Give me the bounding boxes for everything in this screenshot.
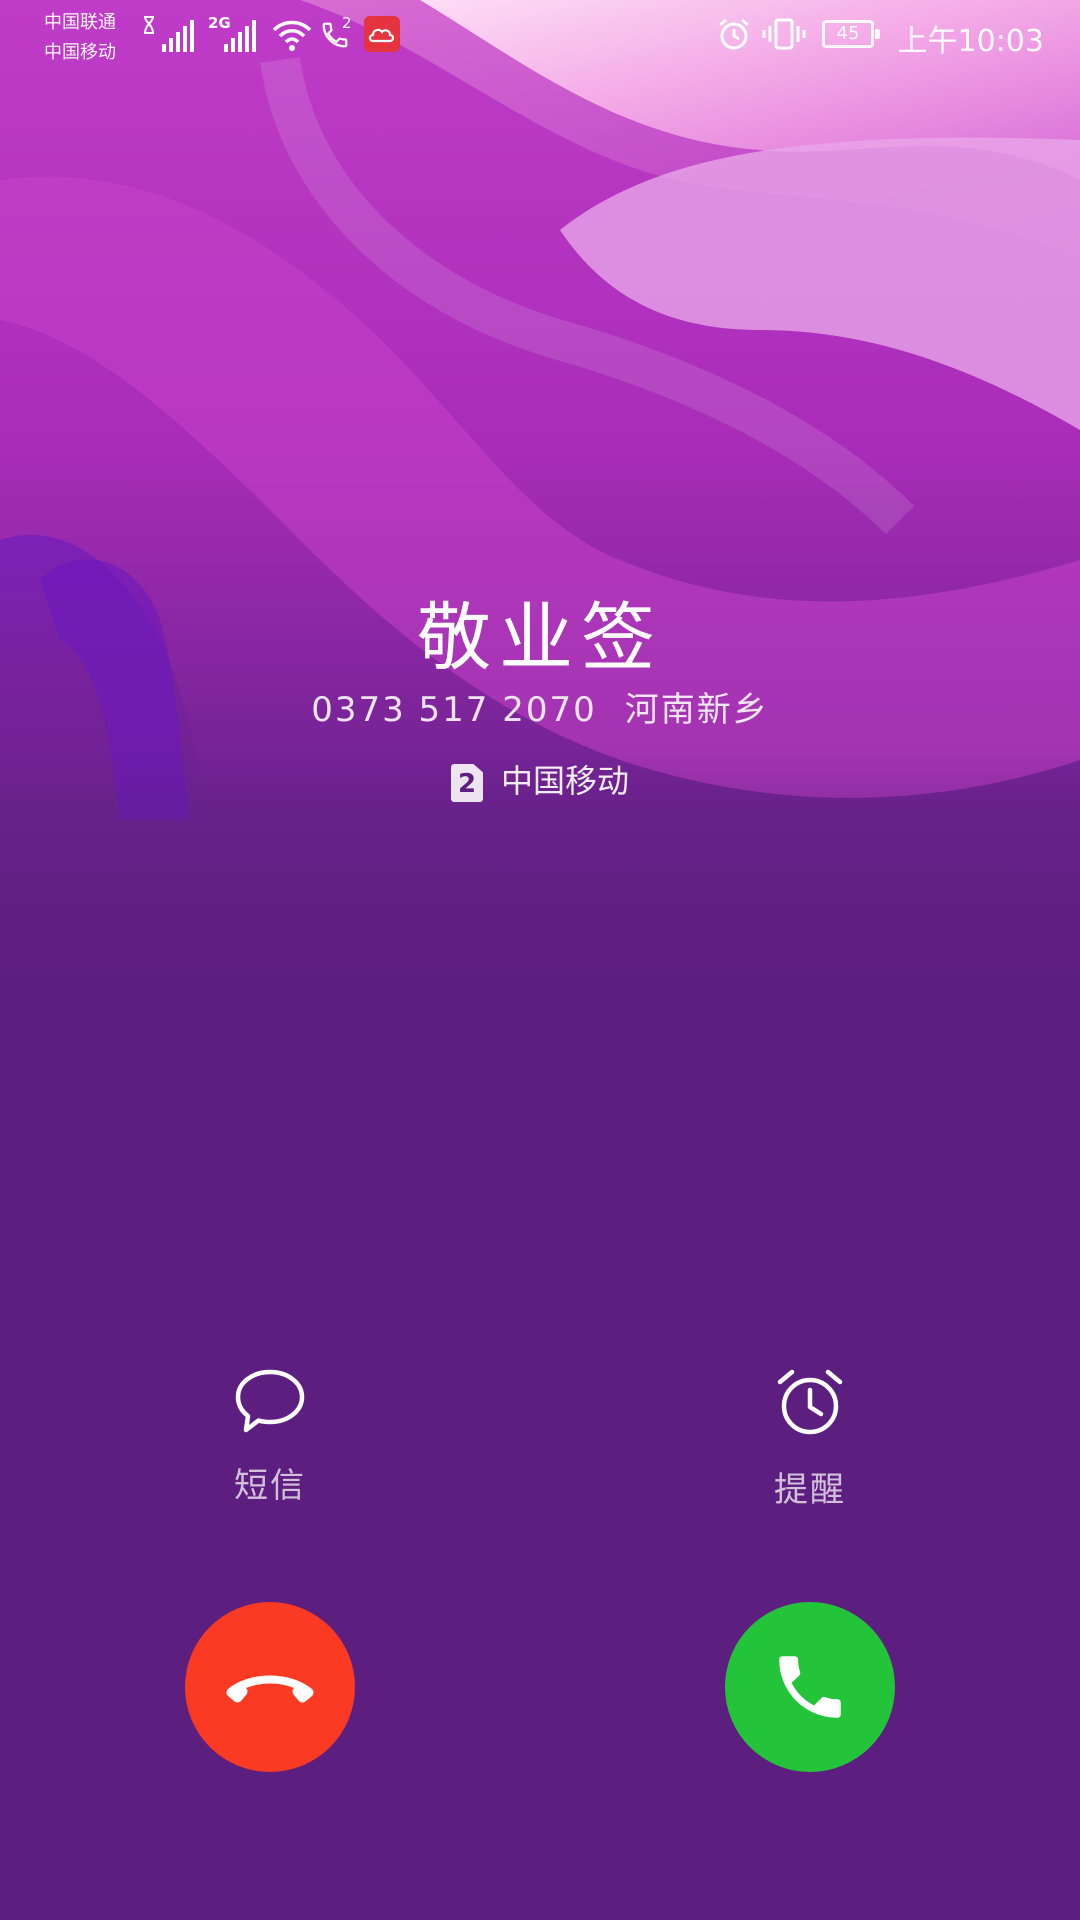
- alarm-clock-icon: [777, 1369, 843, 1435]
- battery-icon: 45: [822, 20, 880, 48]
- carrier-names: 中国联通 中国移动: [44, 8, 116, 68]
- caller-number-row: 0373 517 2070 河南新乡: [0, 682, 1080, 731]
- remind-me-button[interactable]: 提醒: [710, 1368, 910, 1511]
- carrier-2: 中国移动: [44, 42, 116, 63]
- carrier-1: 中国联通: [44, 12, 116, 33]
- wifi-icon: [272, 20, 312, 51]
- hang-up-icon: [226, 1675, 314, 1703]
- cloud-icon: [368, 28, 395, 43]
- status-time: 上午10:03: [897, 24, 1044, 59]
- decline-call-button[interactable]: [185, 1602, 355, 1772]
- answer-call-button[interactable]: [725, 1602, 895, 1772]
- chat-bubble-icon: [235, 1369, 305, 1433]
- hourglass-icon: [144, 16, 154, 34]
- status-bar: 中国联通 中国移动 2G 2 45 上午10:03: [0, 0, 1080, 72]
- caller-sim-row: 2 中国移动: [0, 756, 1080, 802]
- message-label: 短信: [234, 1466, 306, 1506]
- call-sim-slot: 2: [342, 14, 352, 32]
- caller-carrier: 中国移动: [500, 762, 629, 800]
- phone-icon: [779, 1656, 841, 1718]
- caller-location: 河南新乡: [624, 690, 769, 730]
- sim-card-icon: 2: [450, 764, 483, 802]
- signal-strength-icon: [162, 20, 194, 52]
- vibrate-icon: [762, 18, 806, 50]
- caller-phone-number: 0373 517 2070: [311, 690, 597, 730]
- alarm-icon: [719, 18, 749, 50]
- notification-app-icon: [364, 16, 400, 52]
- wallpaper-background: [0, 0, 1080, 1000]
- caller-name: 敬业签: [417, 595, 663, 681]
- signal-strength-2-icon: [224, 20, 256, 52]
- remind-label: 提醒: [774, 1470, 846, 1510]
- reply-message-button[interactable]: 短信: [170, 1368, 370, 1507]
- incoming-call-screen: 中国联通 中国移动 2G 2 45 上午10:03 敬业签 0373 517 2…: [0, 0, 1080, 1920]
